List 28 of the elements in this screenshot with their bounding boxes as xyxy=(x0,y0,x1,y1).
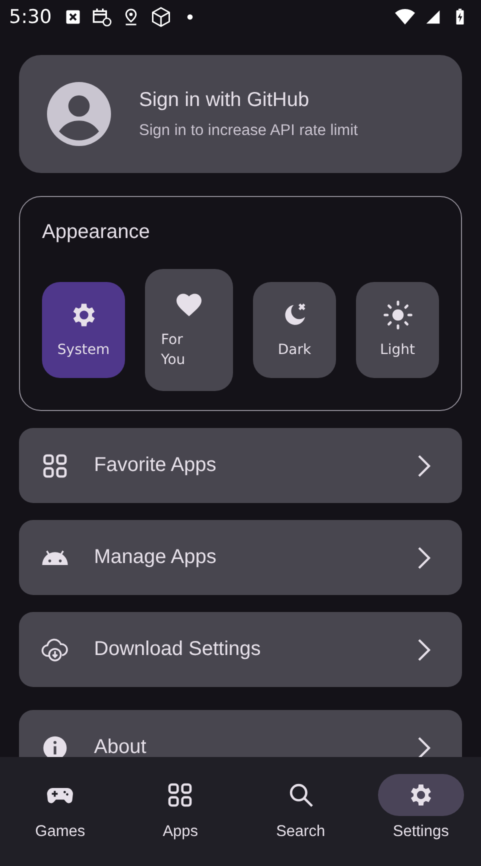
calendar-icon xyxy=(92,7,112,27)
theme-option-button[interactable]: For You xyxy=(145,269,233,391)
avatar-icon xyxy=(47,82,111,146)
grid-icon xyxy=(41,452,69,480)
wifi-icon xyxy=(395,7,415,27)
menu-item[interactable]: About xyxy=(19,710,462,757)
menu-item[interactable]: Favorite Apps xyxy=(19,428,462,503)
grid-icon xyxy=(166,781,194,809)
theme-option-button[interactable]: Light xyxy=(356,282,439,378)
status-time: 5:30 xyxy=(9,6,52,28)
nav-tab[interactable]: Games xyxy=(0,774,120,841)
theme-option-button[interactable]: Dark xyxy=(253,282,336,378)
info-icon xyxy=(41,734,69,757)
account-title: Sign in with GitHub xyxy=(139,88,310,112)
cube-icon xyxy=(150,6,172,28)
signal-icon xyxy=(425,9,441,25)
account-card[interactable]: Sign in with GitHub Sign in to increase API rate limit xyxy=(19,55,462,173)
menu-item[interactable]: Manage Apps xyxy=(19,520,462,595)
account-subtitle: Sign in to increase API rate limit xyxy=(139,122,358,140)
menu-item[interactable]: Download Settings xyxy=(19,612,462,687)
notification-icon xyxy=(64,8,82,26)
sun-icon xyxy=(382,300,412,330)
nav-tab[interactable]: Search xyxy=(240,774,361,841)
dot-icon xyxy=(186,13,194,21)
nav-tab[interactable]: Apps xyxy=(120,774,240,841)
section-title: Appearance xyxy=(42,221,151,244)
nav-tab[interactable]: Settings xyxy=(360,774,481,841)
theme-option-button[interactable]: System xyxy=(42,282,125,378)
